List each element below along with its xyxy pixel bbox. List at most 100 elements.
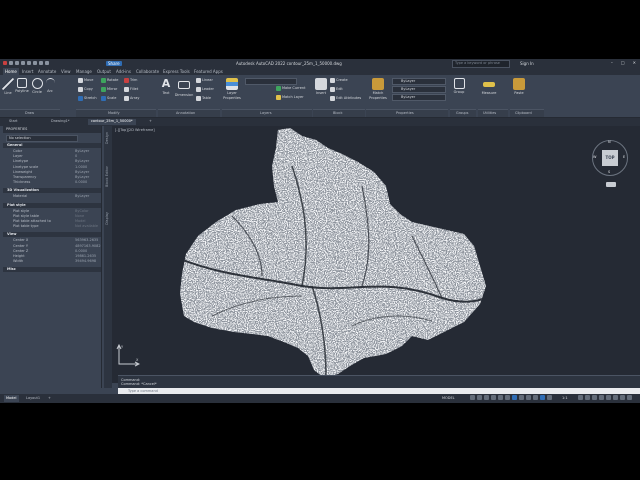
property-section-header[interactable]: Misc: [3, 267, 101, 273]
compass-west[interactable]: W: [593, 155, 596, 160]
tab-model[interactable]: Model: [4, 395, 19, 402]
tab-annotate[interactable]: Annotate: [38, 69, 56, 74]
paste-tool[interactable]: Paste: [512, 78, 526, 96]
table-tool[interactable]: Table: [196, 96, 211, 101]
side-tab-block-editor[interactable]: Block Editor: [105, 166, 110, 187]
undo-icon[interactable]: [39, 61, 43, 65]
side-tab-display[interactable]: Display: [105, 212, 110, 225]
tab-manage[interactable]: Manage: [76, 69, 92, 74]
graphics-performance-icon[interactable]: [613, 395, 618, 400]
groups-panel-bar[interactable]: Groups: [450, 109, 476, 117]
annotation-panel-bar[interactable]: Annotation: [158, 109, 220, 117]
ortho-icon[interactable]: [484, 395, 489, 400]
maximize-icon[interactable]: □: [621, 60, 625, 65]
layer-dropdown[interactable]: [245, 78, 297, 85]
add-layout-icon[interactable]: +: [46, 395, 53, 402]
properties-panel-bar[interactable]: Properties: [366, 109, 448, 117]
utilities-panel-bar[interactable]: Utilities: [478, 109, 508, 117]
copy-tool[interactable]: Copy: [78, 87, 93, 92]
modify-panel-bar[interactable]: Modify: [76, 109, 156, 117]
new-tab-icon[interactable]: +: [146, 119, 155, 125]
selection-cycling-icon[interactable]: [533, 395, 538, 400]
scale-tool[interactable]: Scale: [101, 96, 116, 101]
tab-insert[interactable]: Insert: [22, 69, 33, 74]
open-icon[interactable]: [15, 61, 19, 65]
isolate-objects-icon[interactable]: [606, 395, 611, 400]
mirror-tool[interactable]: Mirror: [101, 87, 117, 92]
color-dropdown[interactable]: ByLayer: [392, 78, 446, 85]
clipboard-panel-bar[interactable]: Clipboard: [510, 109, 544, 117]
new-icon[interactable]: [9, 61, 13, 65]
polar-icon[interactable]: [491, 395, 496, 400]
tab-view[interactable]: View: [61, 69, 71, 74]
selection-dropdown[interactable]: No selection: [6, 135, 78, 142]
arc-tool[interactable]: Arc: [45, 78, 55, 94]
measure-tool[interactable]: Measure: [480, 78, 498, 96]
make-current-tool[interactable]: Make Current: [276, 86, 305, 91]
property-section-header[interactable]: General: [3, 143, 101, 148]
fillet-tool[interactable]: Fillet: [124, 87, 138, 92]
share-button[interactable]: Share: [106, 61, 122, 66]
close-icon[interactable]: ✕: [633, 60, 636, 65]
clean-screen-icon[interactable]: [620, 395, 625, 400]
layers-panel-bar[interactable]: Layers: [222, 109, 312, 117]
property-row[interactable]: Width 39494.9698: [3, 259, 101, 264]
create-tool[interactable]: Create: [330, 78, 348, 83]
rotate-tool[interactable]: Rotate: [101, 78, 118, 83]
units-icon[interactable]: [592, 395, 597, 400]
property-section-header[interactable]: Plot style: [3, 202, 101, 208]
file-tab-drawing1[interactable]: Drawing1*: [48, 119, 73, 125]
block-panel-bar[interactable]: Block: [313, 109, 365, 117]
save-as-icon[interactable]: [27, 61, 31, 65]
drawing-viewport[interactable]: [-][Top][2D Wireframe] TOP N S W E Y X: [112, 126, 640, 383]
insert-tool[interactable]: Insert: [315, 78, 327, 96]
osnap-icon[interactable]: [512, 395, 517, 400]
save-icon[interactable]: [21, 61, 25, 65]
tab-featured-apps[interactable]: Featured Apps: [194, 69, 223, 74]
tab-layout1[interactable]: Layout1: [24, 395, 42, 402]
linetype-dropdown[interactable]: ByLayer: [392, 86, 446, 93]
tab-collaborate[interactable]: Collaborate: [136, 69, 159, 74]
layer-properties-tool[interactable]: Layer Properties: [222, 78, 242, 100]
match-properties-tool[interactable]: Match Properties: [367, 78, 389, 100]
match-layer-tool[interactable]: Match Layer: [276, 95, 304, 100]
file-tab-start[interactable]: Start: [6, 119, 21, 125]
dimension-tool[interactable]: Dimension: [174, 78, 194, 98]
edit-tool[interactable]: Edit: [330, 87, 343, 92]
circle-tool[interactable]: Circle: [31, 78, 43, 95]
annotation-scale[interactable]: 1:1: [562, 396, 568, 401]
array-tool[interactable]: Array: [124, 96, 139, 101]
grid-icon[interactable]: [470, 395, 475, 400]
edit-attributes-tool[interactable]: Edit Attributes: [330, 96, 361, 101]
file-tab-contour[interactable]: contour_25m_1_50000*: [88, 119, 136, 125]
stretch-tool[interactable]: Stretch: [78, 96, 97, 101]
property-section-header[interactable]: View: [3, 232, 101, 238]
lineweight-dropdown[interactable]: ByLayer: [392, 94, 446, 101]
search-input[interactable]: Type a keyword or phrase: [452, 60, 510, 68]
tab-home[interactable]: Home: [3, 68, 19, 75]
customization-icon[interactable]: [627, 395, 632, 400]
linear-tool[interactable]: Linear: [196, 78, 213, 83]
plot-icon[interactable]: [33, 61, 37, 65]
tab-express-tools[interactable]: Express Tools: [163, 69, 190, 74]
viewcube[interactable]: TOP N S W E: [592, 140, 628, 176]
viewcube-top-face[interactable]: TOP: [602, 150, 618, 166]
app-menu-icon[interactable]: [3, 61, 7, 65]
snap-icon[interactable]: [477, 395, 482, 400]
tab-output[interactable]: Output: [97, 69, 111, 74]
line-tool[interactable]: Line: [2, 78, 14, 96]
property-row[interactable]: Plot table type Not available: [3, 224, 101, 229]
osnap-tracking-icon[interactable]: [505, 395, 510, 400]
property-row[interactable]: Material ByLayer: [3, 194, 101, 199]
compass-north[interactable]: N: [608, 140, 611, 145]
leader-tool[interactable]: Leader: [196, 87, 214, 92]
side-tab-design[interactable]: Design: [105, 132, 110, 144]
autoscale-icon[interactable]: [547, 395, 552, 400]
model-space-toggle[interactable]: MODEL: [442, 396, 455, 401]
polyline-tool[interactable]: Polyline: [15, 78, 29, 94]
redo-icon[interactable]: [45, 61, 49, 65]
annotation-visibility-icon[interactable]: [540, 395, 545, 400]
isodraft-icon[interactable]: [498, 395, 503, 400]
workspace-icon[interactable]: [578, 395, 583, 400]
quick-properties-icon[interactable]: [599, 395, 604, 400]
